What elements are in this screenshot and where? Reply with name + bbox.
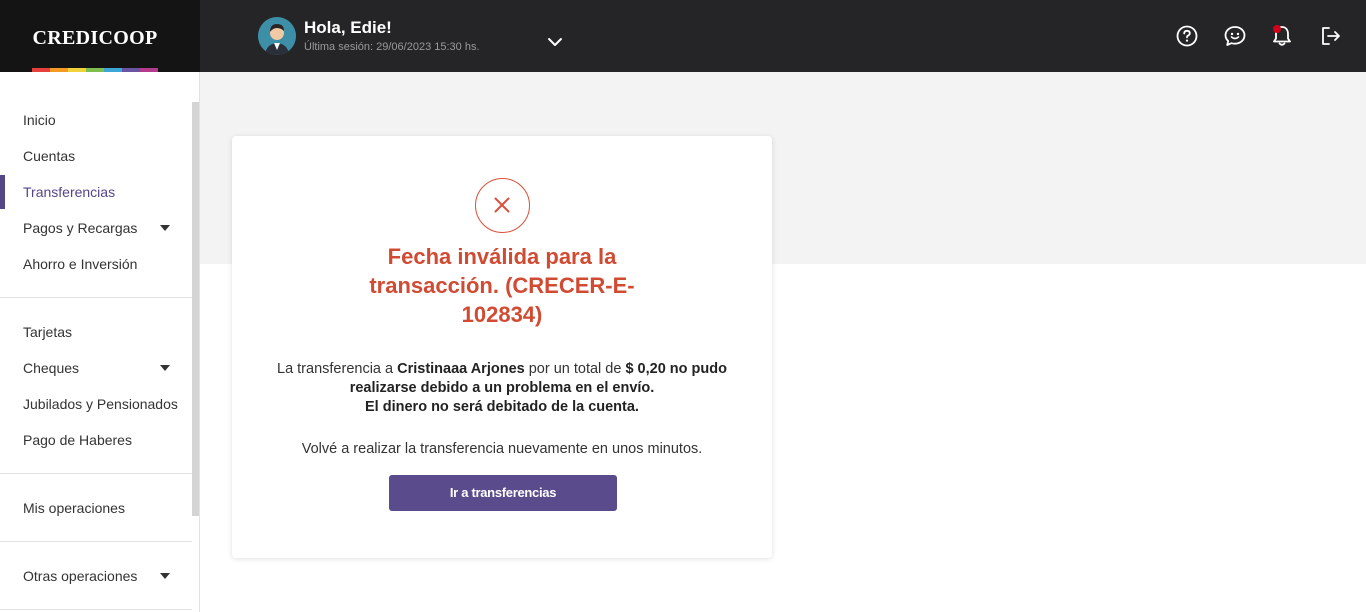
message-text: La transferencia a: [277, 361, 398, 377]
sidebar-divider: [0, 609, 192, 610]
sidebar-item-pagos-recargas[interactable]: Pagos y Recargas: [0, 210, 190, 246]
caret-down-icon: [160, 573, 170, 579]
sidebar-item-transferencias[interactable]: Transferencias: [0, 174, 190, 210]
top-bar: CREDICOOP Hola, Edie! Última sesión: 29/…: [0, 0, 1366, 72]
sidebar-divider: [0, 473, 192, 474]
sidebar-item-label: Transferencias: [23, 184, 116, 200]
close-x-icon: [494, 197, 510, 213]
error-title-line: 102834): [461, 302, 543, 327]
sidebar-item-label: Ahorro e Inversión: [23, 256, 138, 272]
sidebar-item-cheques[interactable]: Cheques: [0, 350, 190, 386]
go-to-transfers-button[interactable]: Ir a transferencias: [389, 475, 617, 511]
sidebar-item-label: Pagos y Recargas: [23, 220, 138, 236]
retry-instructions: Volvé a realizar la transferencia nuevam…: [301, 441, 703, 457]
sidebar-item-otras-operaciones[interactable]: Otras operaciones: [0, 558, 190, 594]
sidebar-item-mis-operaciones[interactable]: Mis operaciones: [0, 490, 190, 526]
error-title-line: Fecha inválida para la: [387, 244, 617, 269]
logout-icon[interactable]: [1318, 23, 1344, 49]
error-dialog: Fecha inválida para la transacción. (CRE…: [232, 136, 772, 558]
sidebar-divider: [0, 541, 192, 542]
sidebar-item-label: Inicio: [23, 112, 56, 128]
avatar[interactable]: [258, 17, 296, 55]
brand-logo-text: CREDICOOP: [32, 27, 158, 49]
sidebar-item-inicio[interactable]: Inicio: [0, 102, 190, 138]
sidebar-item-label: Jubilados y Pensionados: [23, 396, 178, 412]
error-title: Fecha inválida para la transacción. (CRE…: [292, 242, 712, 329]
sidebar-item-jubilados[interactable]: Jubilados y Pensionados: [0, 386, 190, 422]
sidebar-item-label: Mis operaciones: [23, 500, 125, 516]
caret-down-icon: [160, 365, 170, 371]
sidebar-item-label: Cheques: [23, 360, 80, 376]
message-text: realizarse debido a un problema en el en…: [349, 380, 655, 396]
error-message: La transferencia a Cristinaaa Arjones po…: [242, 360, 762, 417]
sidebar-item-pago-haberes[interactable]: Pago de Haberes: [0, 422, 190, 458]
sidebar: Inicio Cuentas Transferencias Pagos y Re…: [0, 72, 200, 612]
user-avatar-icon: [258, 17, 296, 55]
help-icon[interactable]: [1174, 23, 1200, 49]
transfer-amount: $ 0,20 no pudo: [625, 361, 727, 377]
brand-logo[interactable]: CREDICOOP: [0, 0, 200, 72]
sidebar-item-label: Pago de Haberes: [23, 432, 132, 448]
chevron-down-icon[interactable]: [545, 32, 565, 52]
notification-dot: [1273, 25, 1281, 33]
sidebar-item-label: Tarjetas: [23, 324, 73, 340]
sidebar-scrollbar[interactable]: [192, 102, 199, 516]
caret-down-icon: [160, 225, 170, 231]
error-title-line: transacción. (CRECER-E-: [369, 273, 635, 298]
sidebar-item-label: Cuentas: [23, 148, 76, 164]
sidebar-item-ahorro-inversion[interactable]: Ahorro e Inversión: [0, 246, 190, 282]
sidebar-divider: [0, 297, 192, 298]
message-text: por un total de: [524, 361, 626, 377]
sidebar-item-tarjetas[interactable]: Tarjetas: [0, 314, 190, 350]
sidebar-item-label: Otras operaciones: [23, 568, 138, 584]
user-greeting: Hola, Edie!: [304, 18, 392, 37]
sidebar-item-cuentas[interactable]: Cuentas: [0, 138, 190, 174]
chat-icon[interactable]: [1222, 23, 1248, 49]
message-text: El dinero no será debitado de la cuenta.: [365, 399, 639, 415]
last-session-info: Última sesión: 29/06/2023 15:30 hs.: [304, 41, 480, 53]
recipient-name: Cristinaaa Arjones: [397, 361, 525, 377]
error-icon: [475, 178, 530, 233]
notification-bell-icon[interactable]: [1269, 23, 1295, 49]
